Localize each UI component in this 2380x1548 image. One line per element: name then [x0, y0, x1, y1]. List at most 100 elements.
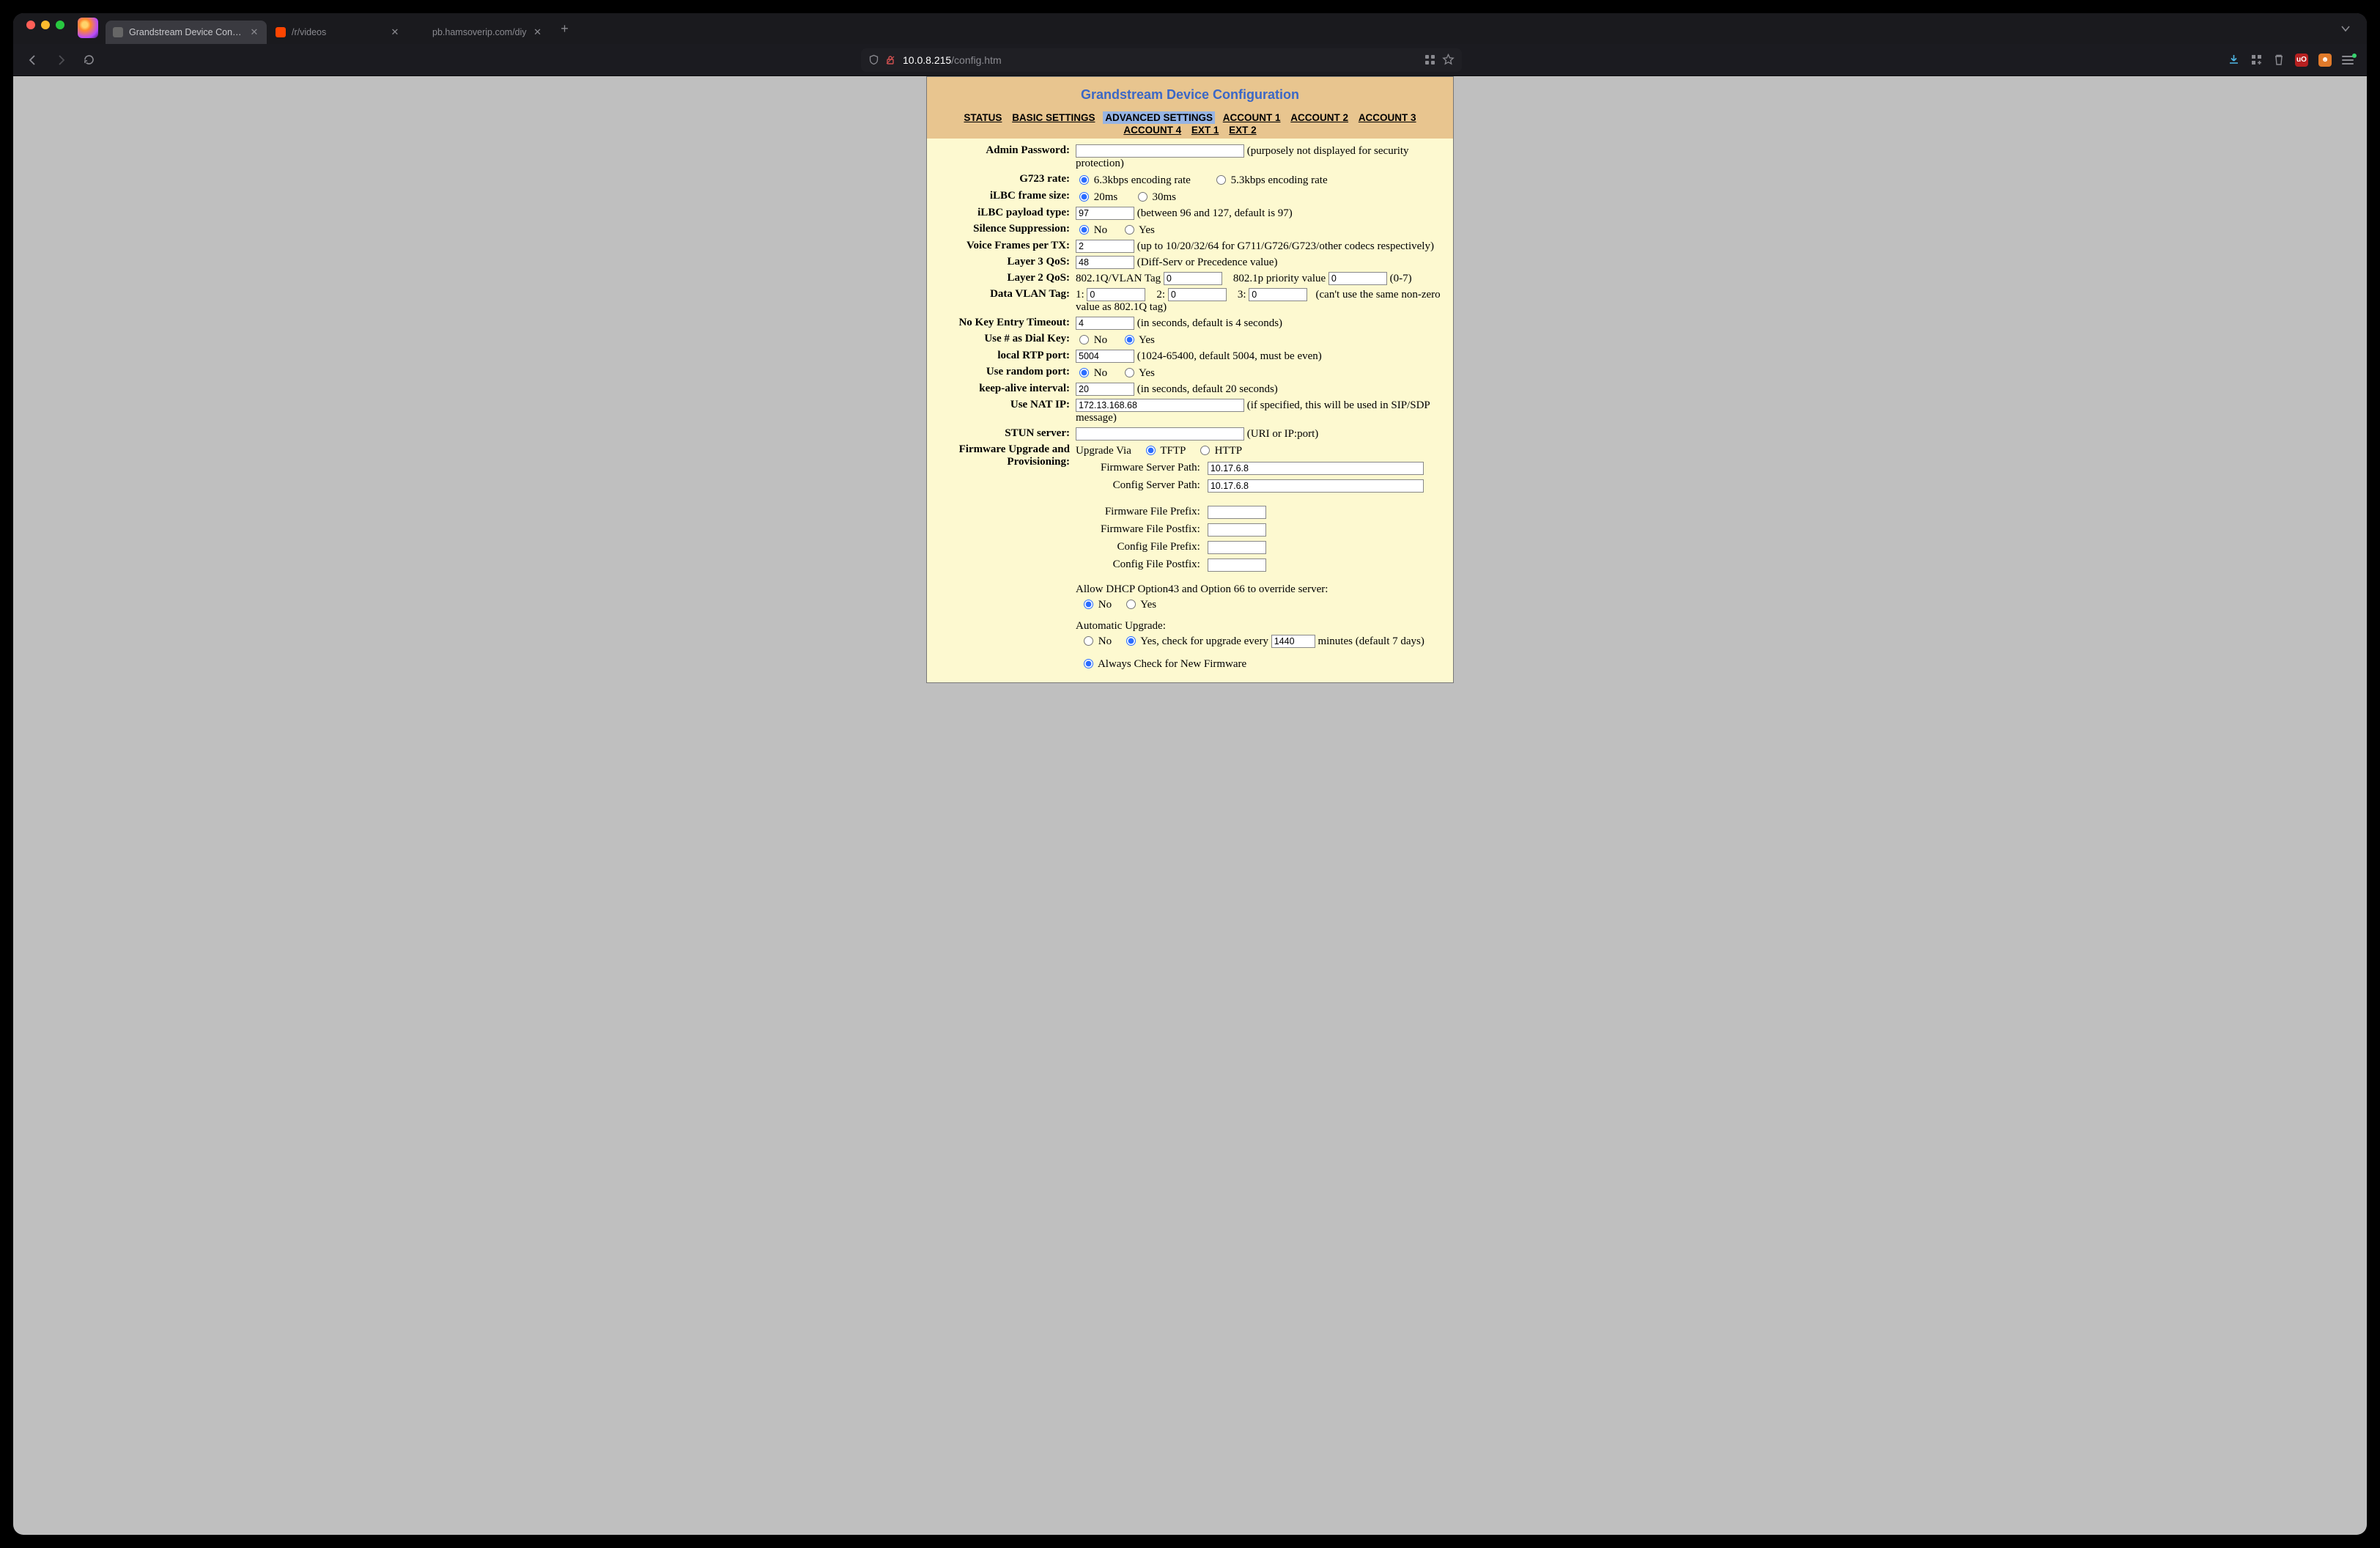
close-window-icon[interactable] [26, 21, 35, 29]
favicon-icon [416, 27, 426, 37]
layer3-input[interactable] [1076, 256, 1134, 269]
auto-minutes-input[interactable] [1271, 635, 1315, 648]
nav-status[interactable]: STATUS [961, 111, 1004, 124]
g723-53-radio[interactable] [1216, 175, 1226, 185]
random-no-radio[interactable] [1079, 368, 1089, 377]
stun-hint: (URI or IP:port) [1247, 428, 1319, 440]
close-tab-icon[interactable]: ✕ [533, 27, 543, 37]
trash-icon[interactable] [2273, 54, 2285, 66]
rtp-hint: (1024-65400, default 5004, must be even) [1137, 350, 1322, 362]
new-tab-button[interactable]: + [555, 18, 575, 39]
nav-account4[interactable]: ACCOUNT 4 [1121, 124, 1183, 136]
qr-icon[interactable] [1425, 55, 1435, 64]
bookmark-star-icon[interactable] [1442, 54, 1455, 66]
keepalive-hint: (in seconds, default 20 seconds) [1137, 383, 1278, 395]
tabs-dropdown-button[interactable] [2330, 23, 2361, 34]
nat-ip-input[interactable] [1076, 399, 1244, 412]
url-field[interactable]: 10.0.8.215/config.htm [861, 48, 1462, 72]
tab-label: /r/videos [292, 27, 384, 37]
layer2-vlan-input[interactable] [1164, 272, 1222, 285]
back-button[interactable] [22, 49, 44, 71]
hash-yes-radio[interactable] [1125, 335, 1134, 344]
tab-grandstream[interactable]: Grandstream Device Configuration ✕ [106, 21, 267, 44]
nav-account2[interactable]: ACCOUNT 2 [1288, 111, 1350, 124]
fw-postfix-input[interactable] [1208, 523, 1266, 537]
page-viewport[interactable]: Grandstream Device Configuration STATUS … [13, 76, 2367, 1535]
config-header: Grandstream Device Configuration [927, 77, 1453, 110]
nav-account1[interactable]: ACCOUNT 1 [1221, 111, 1283, 124]
cfg-server-input[interactable] [1208, 479, 1424, 493]
label-admin-password: Admin Password: [930, 143, 1073, 172]
cfg-postfix-input[interactable] [1208, 559, 1266, 572]
nav-account3[interactable]: ACCOUNT 3 [1356, 111, 1419, 124]
tab-hamsoverip[interactable]: pb.hamsoverip.com/diy ✕ [409, 21, 550, 44]
browser-window: Grandstream Device Configuration ✕ /r/vi… [13, 13, 2367, 1535]
forward-button[interactable] [50, 49, 72, 71]
keepalive-input[interactable] [1076, 383, 1134, 396]
always-check-radio[interactable] [1084, 659, 1093, 668]
ilbc-20-radio[interactable] [1079, 192, 1089, 202]
rtp-port-input[interactable] [1076, 350, 1134, 363]
always-check-label: Always Check for New Firmware [1098, 658, 1246, 670]
dhcp-yes-radio[interactable] [1126, 600, 1136, 609]
voice-frames-hint: (up to 10/20/32/64 for G711/G726/G723/ot… [1137, 240, 1434, 252]
fw-prefix-input[interactable] [1208, 506, 1266, 519]
random-yes-radio[interactable] [1125, 368, 1134, 377]
label-g723: G723 rate: [930, 172, 1073, 188]
http-radio[interactable] [1200, 446, 1210, 455]
silence-no-radio[interactable] [1079, 225, 1089, 235]
shield-icon [868, 54, 879, 65]
dhcp-no-radio[interactable] [1084, 600, 1093, 609]
nav-ext2[interactable]: EXT 2 [1227, 124, 1259, 136]
ilbc-payload-input[interactable] [1076, 207, 1134, 220]
menu-button[interactable] [2342, 56, 2354, 64]
random-no-label: No [1094, 367, 1107, 379]
fw-server-label: Firmware Server Path: [1098, 460, 1203, 476]
vlan1-input[interactable] [1087, 288, 1145, 301]
stun-input[interactable] [1076, 427, 1244, 441]
label-rtp: local RTP port: [930, 348, 1073, 364]
vlan3-input[interactable] [1249, 288, 1307, 301]
label-stun: STUN server: [930, 426, 1073, 442]
tftp-radio[interactable] [1146, 446, 1156, 455]
label-ilbc-frame: iLBC frame size: [930, 188, 1073, 205]
ilbc-20-label: 20ms [1094, 191, 1118, 203]
g723-63-radio[interactable] [1079, 175, 1089, 185]
tab-reddit[interactable]: /r/videos ✕ [268, 21, 407, 44]
label-data-vlan: Data VLAN Tag: [930, 287, 1073, 315]
vlan1-label: 1: [1076, 289, 1084, 301]
auto-yes-radio[interactable] [1126, 636, 1136, 646]
ilbc-30-radio[interactable] [1138, 192, 1148, 202]
voice-frames-input[interactable] [1076, 240, 1134, 253]
label-natip: Use NAT IP: [930, 397, 1073, 426]
vlan2-input[interactable] [1168, 288, 1227, 301]
nokey-hint: (in seconds, default is 4 seconds) [1137, 317, 1282, 329]
url-text: 10.0.8.215/config.htm [903, 54, 1002, 66]
extensions-icon[interactable] [2250, 54, 2263, 66]
label-ilbc-payload: iLBC payload type: [930, 205, 1073, 221]
download-icon[interactable] [2228, 54, 2240, 66]
minimize-window-icon[interactable] [41, 21, 50, 29]
reload-button[interactable] [78, 49, 100, 71]
auto-no-radio[interactable] [1084, 636, 1093, 646]
g723-63-label: 6.3kbps encoding rate [1094, 174, 1191, 186]
fw-server-input[interactable] [1208, 462, 1424, 475]
nav-basic[interactable]: BASIC SETTINGS [1010, 111, 1097, 124]
fw-postfix-label: Firmware File Postfix: [1098, 522, 1203, 538]
close-tab-icon[interactable]: ✕ [390, 27, 400, 37]
dhcp-no-label: No [1098, 599, 1112, 611]
label-keepalive: keep-alive interval: [930, 381, 1073, 397]
close-tab-icon[interactable]: ✕ [249, 27, 259, 37]
config-panel: Grandstream Device Configuration STATUS … [926, 76, 1454, 683]
silence-yes-radio[interactable] [1125, 225, 1134, 235]
nav-ext1[interactable]: EXT 1 [1189, 124, 1222, 136]
maximize-window-icon[interactable] [56, 21, 64, 29]
cfg-prefix-input[interactable] [1208, 541, 1266, 554]
admin-password-input[interactable] [1076, 144, 1244, 158]
extension-icon[interactable]: ☻ [2318, 54, 2332, 67]
layer2-prio-input[interactable] [1328, 272, 1387, 285]
ublock-extension-icon[interactable]: uO [2295, 54, 2308, 67]
nokey-input[interactable] [1076, 317, 1134, 330]
hash-no-radio[interactable] [1079, 335, 1089, 344]
nav-advanced[interactable]: ADVANCED SETTINGS [1103, 111, 1215, 124]
